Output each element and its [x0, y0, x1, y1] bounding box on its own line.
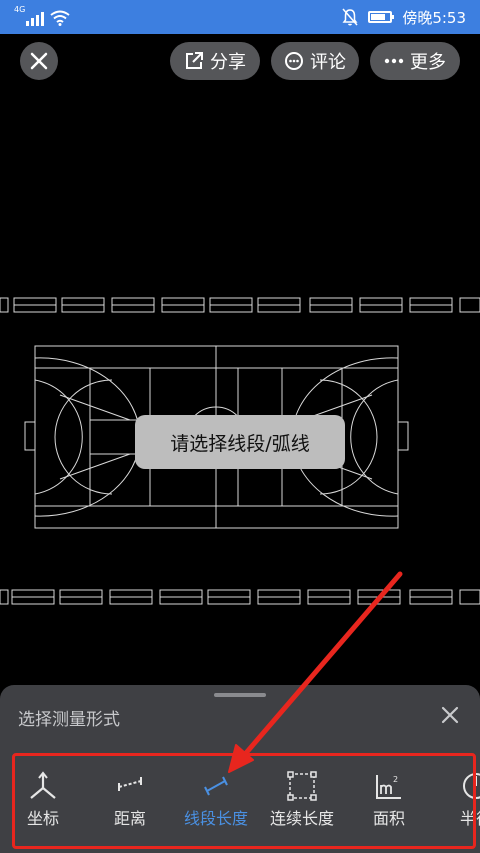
panel-close-icon[interactable] — [440, 705, 460, 725]
toast-message: 请选择线段/弧线 — [135, 415, 345, 469]
comment-button[interactable]: 评论 — [271, 42, 359, 80]
more-button[interactable]: 更多 — [370, 42, 460, 80]
share-button[interactable]: 分享 — [170, 42, 260, 80]
network-type: 4G — [14, 5, 26, 14]
more-label: 更多 — [410, 52, 446, 73]
share-icon — [186, 52, 203, 69]
drag-handle[interactable] — [214, 693, 266, 697]
wifi-icon — [50, 10, 70, 26]
share-label: 分享 — [210, 52, 246, 73]
seating-row-top — [0, 297, 480, 313]
battery-icon — [368, 11, 395, 23]
mute-bell-icon — [342, 8, 358, 26]
seating-row-bottom — [0, 589, 480, 605]
status-bar: 4G 傍晚5:53 — [0, 0, 480, 34]
panel-title: 选择测量形式 — [18, 710, 120, 730]
comment-icon — [285, 52, 303, 70]
more-dots-icon — [384, 58, 404, 64]
status-right: 傍晚5:53 — [342, 6, 466, 28]
annotation-highlight-box — [12, 753, 476, 849]
comment-label: 评论 — [310, 52, 346, 73]
signal-icon — [26, 12, 44, 26]
close-button[interactable] — [20, 42, 58, 80]
cad-drawing-canvas[interactable] — [0, 90, 480, 680]
close-icon — [30, 52, 48, 70]
clock: 傍晚5:53 — [402, 8, 466, 27]
status-left: 4G — [14, 5, 70, 26]
